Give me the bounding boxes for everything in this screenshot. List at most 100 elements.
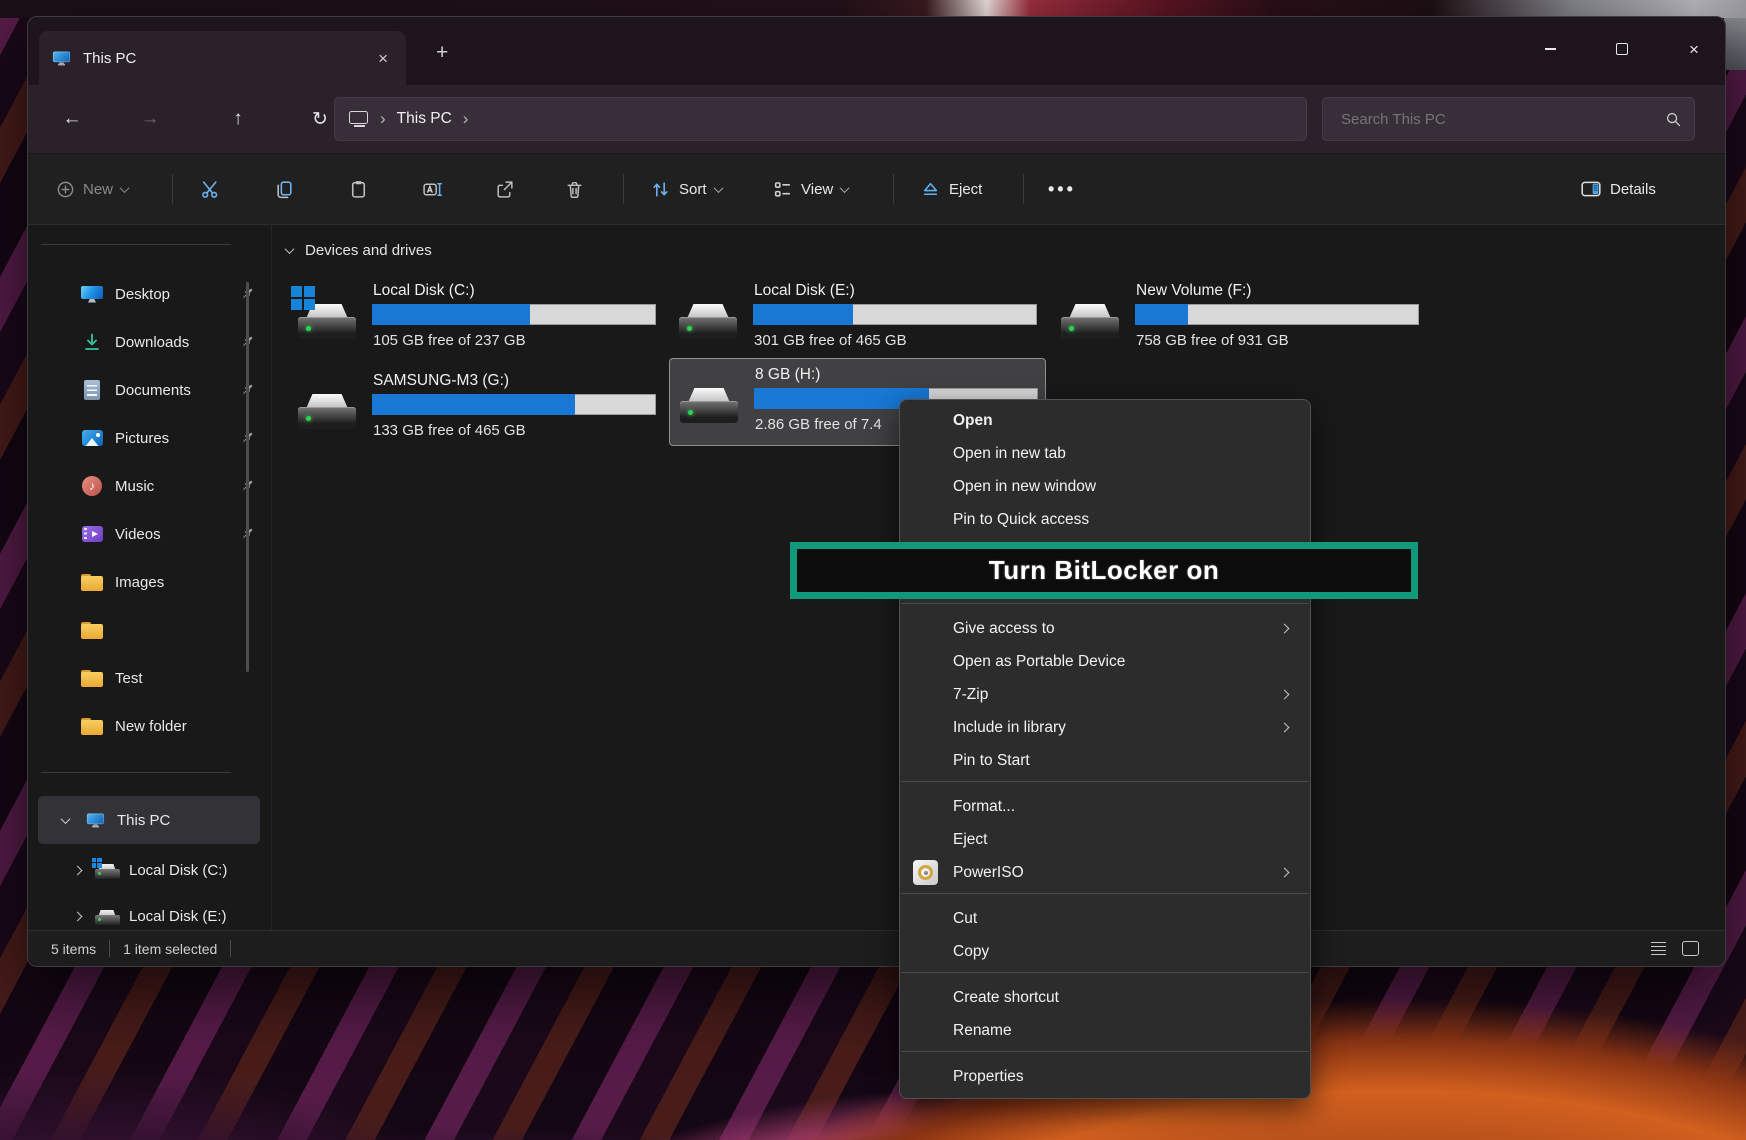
new-button[interactable]: New — [52, 171, 132, 207]
this-pc-outline-icon — [349, 111, 369, 127]
minimize-button[interactable] — [1533, 35, 1567, 63]
sidebar-scrollbar[interactable] — [246, 282, 249, 672]
view-button[interactable]: View — [768, 171, 852, 207]
share-button[interactable] — [490, 171, 519, 207]
menu-item-label: Open — [953, 412, 993, 430]
menu-item-7-zip[interactable]: 7-Zip — [900, 678, 1310, 711]
sidebar-item-documents[interactable]: Documents — [28, 366, 271, 414]
eject-icon — [920, 179, 941, 200]
search-input[interactable] — [1339, 110, 1664, 129]
close-icon: × — [1689, 41, 1699, 58]
sidebar-item-label: Documents — [115, 382, 191, 399]
maximize-button[interactable] — [1605, 35, 1639, 63]
forward-button[interactable]: → — [132, 101, 168, 137]
paste-button[interactable] — [344, 171, 373, 207]
delete-button[interactable] — [560, 171, 589, 207]
menu-item-eject[interactable]: Eject — [900, 823, 1310, 856]
folder-icon — [81, 670, 103, 687]
search-box[interactable] — [1322, 97, 1695, 141]
this-pc-icon — [86, 813, 103, 827]
menu-item-properties[interactable]: Properties — [900, 1060, 1310, 1093]
large-icons-view-toggle[interactable] — [1682, 941, 1699, 956]
tab-this-pc[interactable]: This PC × — [39, 31, 406, 85]
sort-button[interactable]: Sort — [646, 171, 726, 207]
sidebar-item-music[interactable]: ♪ Music — [28, 462, 271, 510]
chevron-down-icon — [840, 183, 850, 193]
back-button[interactable]: ← — [54, 101, 90, 137]
breadcrumb-chevron-icon[interactable]: › — [463, 109, 469, 129]
drive-tile-new-volume-f[interactable]: New Volume (F:) 758 GB free of 931 GB — [1051, 275, 1428, 363]
sidebar-item-desktop[interactable]: Desktop — [28, 270, 271, 318]
search-icon[interactable] — [1664, 110, 1682, 128]
window-controls: × — [1533, 35, 1711, 63]
copy-button[interactable] — [270, 171, 299, 207]
toolbar-divider — [893, 174, 894, 204]
menu-item-turn-bitlocker-on-highlighted[interactable]: Turn BitLocker on — [790, 542, 1418, 599]
menu-item-poweriso[interactable]: PowerISO — [900, 856, 1310, 889]
menu-item-open-in-new-window[interactable]: Open in new window — [900, 470, 1310, 503]
sidebar-item-downloads[interactable]: Downloads — [28, 318, 271, 366]
refresh-button[interactable]: ↻ — [302, 101, 338, 137]
submenu-arrow-icon — [1280, 624, 1290, 634]
sidebar-item-label: Music — [115, 478, 154, 495]
sidebar-item-label: Desktop — [115, 286, 170, 303]
drive-name: 8 GB (H:) — [755, 366, 820, 384]
more-options-button[interactable]: ••• — [1044, 171, 1080, 207]
menu-item-open[interactable]: Open — [900, 404, 1310, 437]
view-label: View — [801, 181, 833, 198]
sidebar-item-test[interactable]: Test — [28, 654, 271, 702]
sidebar-item-new-folder[interactable]: New folder — [28, 702, 271, 750]
drive-name: New Volume (F:) — [1136, 282, 1251, 300]
group-header-devices-and-drives[interactable]: Devices and drives — [286, 242, 432, 259]
menu-item-open-in-new-tab[interactable]: Open in new tab — [900, 437, 1310, 470]
menu-item-open-as-portable-device[interactable]: Open as Portable Device — [900, 645, 1310, 678]
eject-button[interactable]: Eject — [916, 171, 986, 207]
menu-separator — [901, 1051, 1309, 1052]
tree-item-this-pc[interactable]: This PC — [38, 796, 260, 844]
menu-item-create-shortcut[interactable]: Create shortcut — [900, 981, 1310, 1014]
menu-item-pin-to-quick-access[interactable]: Pin to Quick access — [900, 503, 1310, 536]
chevron-right-icon[interactable] — [72, 865, 82, 875]
sidebar-item-images[interactable]: Images — [28, 558, 271, 606]
file-explorer-window: This PC × + × ← → ↑ ↻ › This PC › New — [27, 16, 1726, 967]
drive-tile-samsung-m3-g[interactable]: SAMSUNG-M3 (G:) 133 GB free of 465 GB — [288, 365, 665, 453]
menu-item-include-in-library[interactable]: Include in library — [900, 711, 1310, 744]
menu-item-rename[interactable]: Rename — [900, 1014, 1310, 1047]
sidebar-item-pictures[interactable]: Pictures — [28, 414, 271, 462]
tab-close-icon[interactable]: × — [372, 48, 394, 69]
chevron-down-icon — [120, 183, 130, 193]
menu-item-pin-to-start[interactable]: Pin to Start — [900, 744, 1310, 777]
minimize-icon — [1545, 48, 1556, 49]
chevron-down-icon[interactable] — [285, 244, 295, 254]
drive-tile-local-disk-c[interactable]: Local Disk (C:) 105 GB free of 237 GB — [288, 275, 665, 363]
chevron-down-icon[interactable] — [60, 814, 70, 824]
menu-item-cut[interactable]: Cut — [900, 902, 1310, 935]
sort-arrows-icon — [650, 179, 671, 200]
close-button[interactable]: × — [1677, 35, 1711, 63]
sidebar-item-unnamed-folder[interactable] — [28, 606, 271, 654]
breadcrumb-this-pc[interactable]: This PC — [397, 110, 452, 128]
details-pane-button[interactable]: Details — [1576, 171, 1660, 207]
eject-label: Eject — [949, 181, 982, 198]
menu-separator — [901, 893, 1309, 894]
menu-item-give-access-to[interactable]: Give access to — [900, 612, 1310, 645]
chevron-right-icon[interactable] — [72, 911, 82, 921]
view-grid-icon — [772, 179, 793, 200]
drive-tile-local-disk-e[interactable]: Local Disk (E:) 301 GB free of 465 GB — [669, 275, 1046, 363]
downloads-icon — [82, 332, 102, 352]
menu-item-copy[interactable]: Copy — [900, 935, 1310, 968]
up-button[interactable]: ↑ — [220, 101, 256, 137]
folder-icon — [81, 622, 103, 639]
status-divider — [230, 940, 231, 957]
sidebar-item-videos[interactable]: Videos — [28, 510, 271, 558]
menu-item-format[interactable]: Format... — [900, 790, 1310, 823]
disc-icon — [913, 860, 938, 885]
cut-button[interactable] — [196, 171, 225, 207]
address-bar[interactable]: › This PC › — [334, 97, 1307, 141]
new-tab-button[interactable]: + — [426, 39, 458, 67]
rename-button[interactable] — [418, 171, 447, 207]
details-view-toggle[interactable] — [1651, 942, 1666, 956]
tree-item-local-disk-c[interactable]: Local Disk (C:) — [38, 846, 260, 894]
menu-item-label: Open in new tab — [953, 445, 1066, 463]
capacity-bar — [372, 304, 656, 325]
